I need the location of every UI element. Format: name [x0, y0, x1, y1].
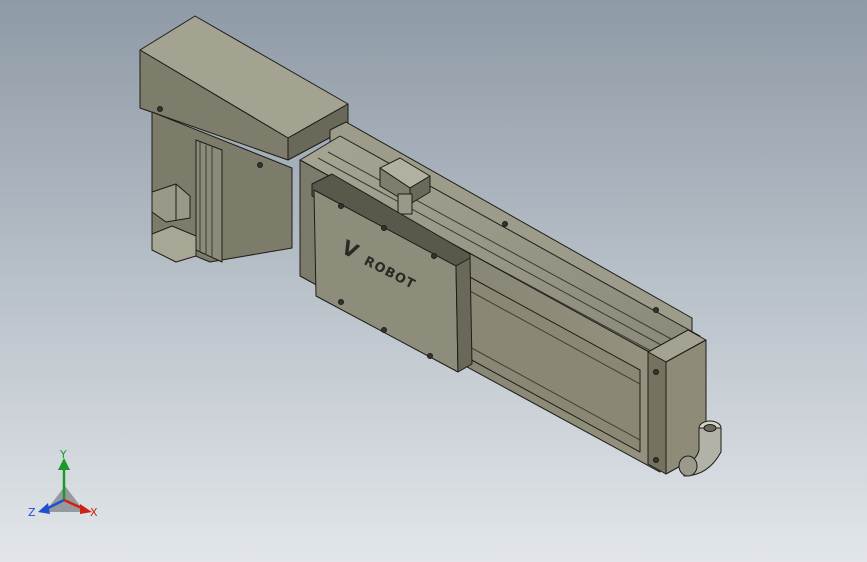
cad-scene[interactable]: V ROBOT Y X Z	[0, 0, 867, 562]
carriage-plate-side	[455, 257, 473, 373]
fitting-outlet	[678, 455, 698, 477]
endcap-screw-1	[653, 369, 659, 375]
plate-screw-5	[381, 327, 387, 333]
plate-screw-1	[338, 203, 344, 209]
endcap-screw-2	[653, 457, 659, 463]
motor-screw-2	[257, 162, 263, 168]
z-axis-label: Z	[28, 506, 36, 519]
y-axis-label: Y	[59, 448, 67, 461]
slider-tab	[397, 193, 413, 215]
rail-screw-2	[653, 307, 659, 313]
plate-screw-6	[381, 225, 387, 231]
x-axis-label: X	[90, 506, 98, 519]
motor-screw-1	[157, 106, 163, 112]
plate-screw-3	[338, 299, 344, 305]
cad-viewport[interactable]: V ROBOT Y X Z	[0, 0, 867, 562]
plate-screw-4	[427, 353, 433, 359]
rail-screw-1	[502, 221, 508, 227]
plate-screw-2	[431, 253, 437, 259]
